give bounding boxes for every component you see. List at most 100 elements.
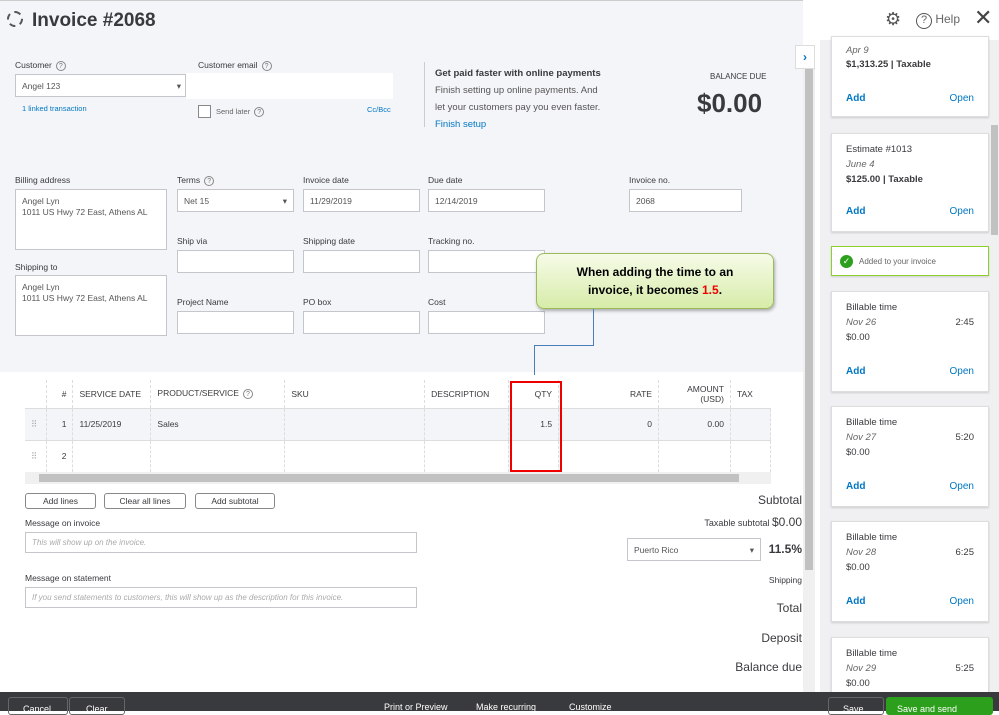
billable-time-card: Billable time Nov 27 5:20 $0.00 Add Open [831,406,989,507]
balance-due-total-label: Balance due [735,660,802,674]
payments-promo: Get paid faster with online payments Fin… [435,65,601,133]
email-input[interactable] [186,73,393,99]
email-label: Customer email? [198,60,272,71]
add-lines-button[interactable]: Add lines [25,493,96,509]
col-service-date: SERVICE DATE [72,380,152,408]
chevron-down-icon: ▾ [176,81,181,91]
shipping-label: Shipping [768,575,802,585]
open-link[interactable]: Open [950,479,974,494]
footer-bar: Cancel Clear Print or Preview Make recur… [0,692,999,715]
billing-label: Billing address [15,175,71,185]
invoice-no-label: Invoice no. [629,175,671,185]
tax-rate: 11.5% [768,542,802,556]
panel-scrollbar[interactable] [990,40,999,692]
chevron-down-icon: ▾ [749,545,754,555]
collapse-panel-button[interactable]: › [795,45,815,69]
chevron-down-icon: ▾ [282,196,287,206]
po-label: PO box [303,297,332,307]
col-product: PRODUCT/SERVICE? [150,380,286,408]
save-and-send-button[interactable]: Save and send [886,697,993,715]
billable-time-card: Billable time Nov 28 6:25 $0.00 Add Open [831,521,989,622]
ship-via-input[interactable] [177,250,294,273]
drag-handle-icon[interactable]: ⠿ [25,407,48,440]
col-amount: AMOUNT (USD) [658,380,731,408]
table-row[interactable]: ⠿ 1 11/25/2019 Sales 1.5 0 0.00 [25,407,772,440]
tracking-label: Tracking no. [428,236,475,246]
project-label: Project Name [177,297,229,307]
add-subtotal-button[interactable]: Add subtotal [195,493,275,509]
message-statement-input[interactable]: If you send statements to customers, thi… [25,587,417,608]
estimate-card: Estimate #1013 June 4 $125.00 | Taxable Add… [831,133,989,232]
cc-bcc-link[interactable]: Cc/Bcc [367,105,391,114]
invoice-no-input[interactable]: 2068 [629,189,742,212]
shipping-date-input[interactable] [303,250,420,273]
open-link[interactable]: Open [950,204,974,219]
save-button[interactable]: Save [828,697,884,715]
tracking-input[interactable] [428,250,545,273]
billing-address-input[interactable]: Angel Lyn 1011 US Hwy 72 East, Athens AL [15,189,167,250]
deposit-label: Deposit [761,631,802,645]
invoice-date-label: Invoice date [303,175,349,185]
shipping-address-input[interactable]: Angel Lyn 1011 US Hwy 72 East, Athens AL [15,275,167,336]
page-title: Invoice #2068 [32,10,156,31]
help-button[interactable]: ? Help [916,12,960,29]
promo-line: Finish setting up online payments. And [435,85,598,96]
message-statement-label: Message on statement [25,573,111,583]
help-icon: ? [916,13,932,29]
terms-select[interactable]: Net 15 ▾ [177,189,294,212]
cancel-button[interactable]: Cancel [8,697,68,715]
drag-handle-icon[interactable]: ⠿ [25,439,48,472]
check-circle-icon: ✓ [840,255,853,268]
col-description: DESCRIPTION [424,380,510,408]
line-items-table: # SERVICE DATE PRODUCT/SERVICE? SKU DESC… [25,380,772,472]
callout: When adding the time to an invoice, it b… [536,253,774,309]
horizontal-scrollbar[interactable] [25,472,771,484]
message-invoice-input[interactable]: This will show up on the invoice. [25,532,417,553]
transaction-card: Apr 9 $1,313.25 | Taxable Add Open [831,36,989,117]
customer-label: Customer? [15,60,66,71]
subtotal-label: Subtotal [757,493,802,507]
po-input[interactable] [303,311,420,334]
col-num: # [46,380,74,408]
clear-all-lines-button[interactable]: Clear all lines [104,493,186,509]
qty-highlight-box [510,381,562,472]
open-link[interactable]: Open [950,93,974,104]
promo-line: let your customers pay you even faster. [435,102,601,113]
tax-region-select[interactable]: Puerto Rico ▾ [627,538,761,561]
divider [424,62,425,127]
col-tax: TAX [736,388,753,399]
callout-arrow [534,345,535,375]
history-icon[interactable] [7,11,23,27]
clear-button[interactable]: Clear [69,697,125,715]
added-notice: ✓ Added to your invoice [831,246,989,276]
send-later-checkbox[interactable] [198,105,211,118]
col-rate: RATE [558,380,659,408]
taxable-subtotal: Taxable subtotal $0.00 [704,515,802,529]
gear-icon[interactable]: ⚙ [885,9,901,30]
due-date-input[interactable]: 12/14/2019 [428,189,545,212]
add-link[interactable]: Add [846,204,865,219]
add-link[interactable]: Add [846,479,865,494]
table-header: # SERVICE DATE PRODUCT/SERVICE? SKU DESC… [25,380,771,408]
total-label: Total [776,601,802,615]
close-icon[interactable]: ✕ [974,5,992,31]
shipping-date-label: Shipping date [303,236,355,246]
linked-transaction-link[interactable]: 1 linked transaction [22,104,87,113]
add-link[interactable]: Add [846,93,865,104]
table-row[interactable]: ⠿ 2 [25,439,772,472]
message-invoice-label: Message on invoice [25,518,101,528]
open-link[interactable]: Open [950,364,974,379]
billable-time-card: Billable time Nov 26 2:45 $0.00 Add Open [831,291,989,392]
project-input[interactable] [177,311,294,334]
cost-input[interactable] [428,311,545,334]
due-date-label: Due date [428,175,463,185]
open-link[interactable]: Open [950,594,974,609]
customer-select[interactable]: Angel 123 ▾ [15,74,186,97]
invoice-date-input[interactable]: 11/29/2019 [303,189,420,212]
col-sku: SKU [284,380,426,408]
finish-setup-link[interactable]: Finish setup [435,116,601,133]
add-link[interactable]: Add [846,364,865,379]
vertical-scrollbar[interactable] [803,65,815,692]
add-link[interactable]: Add [846,594,865,609]
side-panel: Apr 9 $1,313.25 | Taxable Add Open Estimate… [820,36,999,707]
